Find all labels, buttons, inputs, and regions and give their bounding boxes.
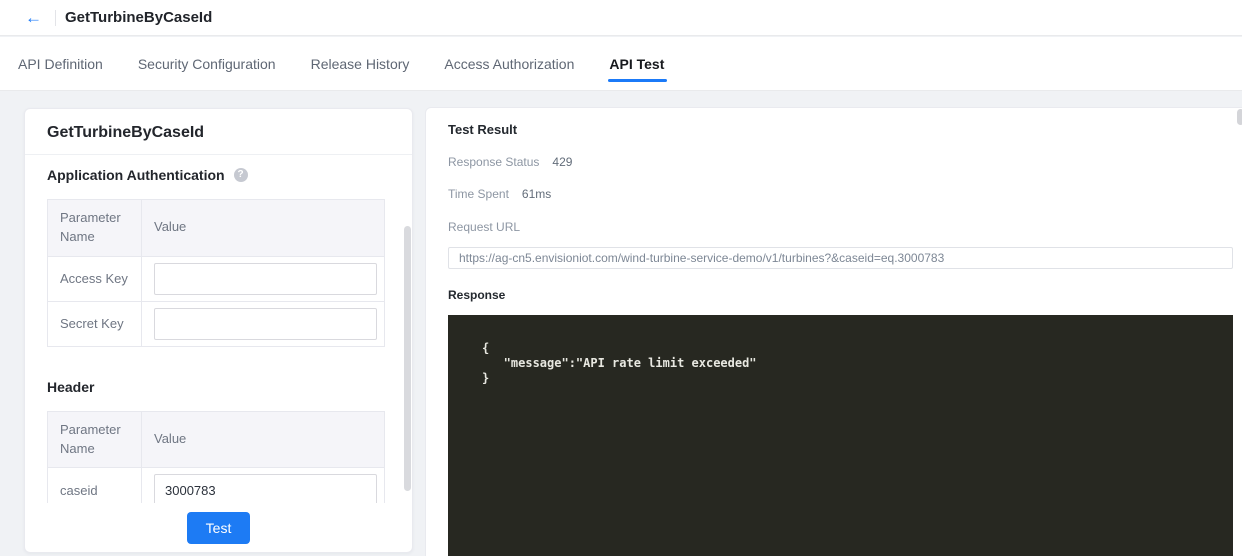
tab-api-definition[interactable]: API Definition bbox=[18, 37, 103, 90]
param-label-caseid: caseid bbox=[47, 467, 142, 503]
table-row: Secret Key bbox=[47, 300, 385, 347]
auth-params-table: Parameter Name Value Access Key Secret K… bbox=[47, 199, 385, 347]
test-result-title: Test Result bbox=[448, 122, 518, 137]
header-divider bbox=[55, 9, 56, 26]
api-test-page: ← GetTurbineByCaseId API Definition Secu… bbox=[0, 0, 1242, 556]
header-params-table: Parameter Name Value caseid bbox=[47, 410, 385, 503]
secret-key-input[interactable] bbox=[154, 307, 377, 340]
param-label-secret-key: Secret Key bbox=[47, 300, 142, 347]
auth-section-heading: Application Authentication ? bbox=[47, 167, 385, 183]
time-spent-row: Time Spent 61ms bbox=[448, 187, 1233, 201]
time-spent-value: 61ms bbox=[521, 187, 552, 201]
back-arrow-icon[interactable]: ← bbox=[25, 9, 42, 26]
tab-bar: API Definition Security Configuration Re… bbox=[0, 37, 1242, 91]
tab-api-test[interactable]: API Test bbox=[608, 37, 668, 90]
top-header-bar: ← GetTurbineByCaseId bbox=[0, 0, 1242, 36]
response-body-code-block: { "message":"API rate limit exceeded" } bbox=[448, 315, 1233, 556]
response-status-label: Response Status bbox=[448, 155, 540, 169]
caseid-input[interactable] bbox=[154, 474, 377, 503]
request-panel-title: GetTurbineByCaseId bbox=[25, 109, 412, 155]
request-url-field[interactable]: https://ag-cn5.envisioniot.com/wind-turb… bbox=[448, 247, 1233, 269]
content-area: GetTurbineByCaseId Application Authentic… bbox=[0, 92, 1242, 556]
test-button[interactable]: Test bbox=[187, 512, 250, 544]
result-panel-scrollbar-thumb[interactable] bbox=[1237, 109, 1242, 125]
request-panel: GetTurbineByCaseId Application Authentic… bbox=[24, 108, 413, 553]
left-panel-scrollbar-thumb[interactable] bbox=[404, 226, 411, 491]
table-row: caseid bbox=[47, 467, 385, 503]
column-header-parameter-name: Parameter Name bbox=[47, 410, 142, 469]
help-icon[interactable]: ? bbox=[233, 168, 248, 182]
table-row: Access Key bbox=[47, 255, 385, 302]
request-url-label: Request URL bbox=[448, 220, 521, 234]
param-label-access-key: Access Key bbox=[47, 255, 142, 302]
column-header-value: Value bbox=[141, 199, 385, 257]
response-status-value: 429 bbox=[552, 155, 573, 169]
request-panel-scroll-area[interactable]: Application Authentication ? Parameter N… bbox=[25, 155, 412, 503]
tab-release-history[interactable]: Release History bbox=[311, 37, 410, 90]
column-header-parameter-name: Parameter Name bbox=[47, 199, 142, 257]
request-panel-footer: Test bbox=[25, 503, 412, 552]
header-section-title: Header bbox=[47, 378, 95, 395]
table-header-row: Parameter Name Value bbox=[47, 410, 385, 469]
response-status-row: Response Status 429 bbox=[448, 155, 1233, 169]
time-spent-label: Time Spent bbox=[448, 187, 509, 201]
response-label: Response bbox=[448, 288, 506, 302]
auth-section-title: Application Authentication bbox=[47, 167, 225, 183]
page-title: GetTurbineByCaseId bbox=[65, 9, 213, 26]
tab-security-configuration[interactable]: Security Configuration bbox=[138, 37, 276, 90]
test-result-panel: Test Result Response Status 429 Time Spen… bbox=[425, 107, 1242, 556]
column-header-value: Value bbox=[141, 410, 385, 469]
tab-access-authorization[interactable]: Access Authorization bbox=[444, 37, 574, 90]
table-header-row: Parameter Name Value bbox=[47, 199, 385, 257]
access-key-input[interactable] bbox=[154, 262, 377, 295]
